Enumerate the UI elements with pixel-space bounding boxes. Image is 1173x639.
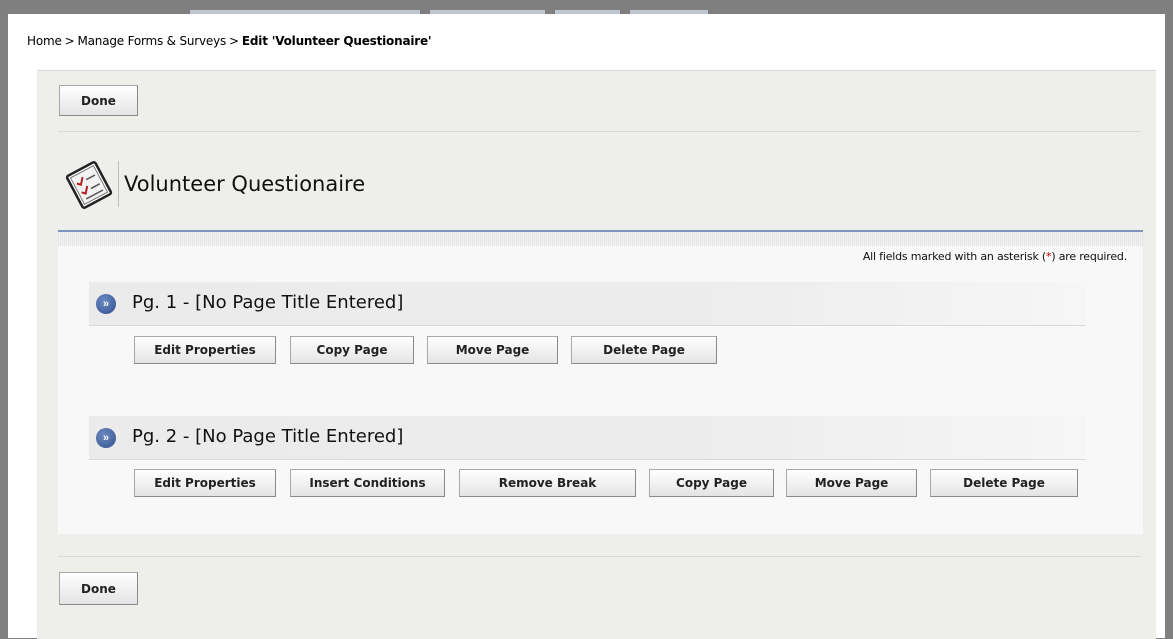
breadcrumb-separator: > — [64, 34, 75, 48]
breadcrumb-separator: > — [229, 34, 239, 48]
page-header-2: » Pg. 2 - [No Page Title Entered] — [89, 416, 1086, 460]
required-note-text-end: ) are required. — [1051, 250, 1127, 263]
copy-page-button[interactable]: Copy Page — [290, 336, 414, 364]
section-header-band — [58, 232, 1143, 246]
page-title: Pg. 2 - [No Page Title Entered] — [132, 426, 404, 447]
done-button-top[interactable]: Done — [59, 85, 138, 116]
copy-page-button[interactable]: Copy Page — [649, 469, 774, 497]
window-top-strip — [0, 0, 1173, 14]
page-header-1: » Pg. 1 - [No Page Title Entered] — [89, 282, 1086, 326]
chevron-down-icon[interactable]: » — [96, 428, 116, 448]
required-fields-note: All fields marked with an asterisk (*) a… — [863, 250, 1127, 263]
form-title: Volunteer Questionaire — [124, 172, 366, 196]
title-divider — [118, 161, 119, 207]
breadcrumb-home-link[interactable]: Home — [27, 34, 62, 48]
done-button-bottom[interactable]: Done — [59, 572, 138, 605]
move-page-button[interactable]: Move Page — [786, 469, 917, 497]
delete-page-button[interactable]: Delete Page — [930, 469, 1078, 497]
page-title: Pg. 1 - [No Page Title Entered] — [132, 292, 404, 313]
insert-conditions-button[interactable]: Insert Conditions — [290, 469, 445, 497]
move-page-button[interactable]: Move Page — [427, 336, 558, 364]
divider — [58, 556, 1141, 557]
edit-properties-button[interactable]: Edit Properties — [134, 469, 276, 497]
chevron-down-icon[interactable]: » — [96, 294, 116, 314]
breadcrumb-manage-link[interactable]: Manage Forms & Surveys — [78, 34, 227, 48]
form-checklist-icon — [65, 161, 113, 209]
remove-break-button[interactable]: Remove Break — [459, 469, 636, 497]
breadcrumb-current: Edit 'Volunteer Questionaire' — [241, 34, 432, 48]
breadcrumb: Home > Manage Forms & Surveys > Edit 'Volunt… — [27, 34, 432, 48]
window-right-edge — [1165, 14, 1173, 638]
divider — [58, 131, 1141, 132]
edit-properties-button[interactable]: Edit Properties — [134, 336, 276, 364]
required-note-text: All fields marked with an asterisk ( — [862, 250, 1047, 263]
delete-page-button[interactable]: Delete Page — [571, 336, 717, 364]
